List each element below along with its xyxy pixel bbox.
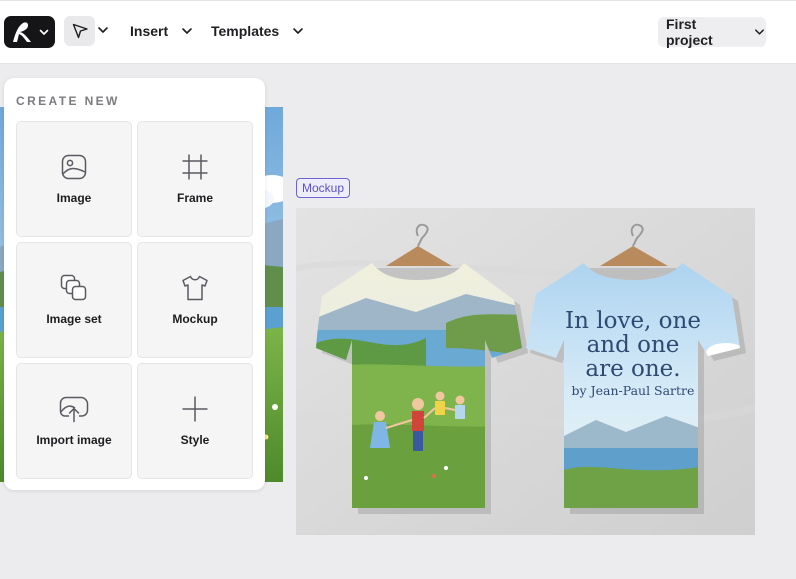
mockup-image[interactable]: In love, one and one are one. by Jean-Pa… xyxy=(296,208,755,535)
tile-label: Import image xyxy=(36,433,112,447)
insert-label: Insert xyxy=(130,23,169,39)
tile-label: Style xyxy=(180,433,210,447)
image-set-icon xyxy=(60,274,87,301)
create-new-panel: CREATE NEW Image Frame Image set Mockup xyxy=(4,78,265,490)
chevron-down-icon xyxy=(39,29,49,35)
tile-label: Frame xyxy=(176,191,214,205)
top-toolbar: Insert Templates First project xyxy=(0,0,796,64)
import-image-tile[interactable]: Import image xyxy=(16,363,132,479)
shirt-quote-line3: are one. xyxy=(585,356,680,382)
shirt-quote-line2: and one xyxy=(587,332,680,358)
image-icon xyxy=(61,154,87,180)
create-image-set-tile[interactable]: Image set xyxy=(16,242,132,358)
chevron-down-icon xyxy=(293,28,304,34)
tile-label: Image xyxy=(56,191,92,205)
logo-icon xyxy=(13,22,31,42)
tshirt-icon xyxy=(182,275,208,301)
frame-icon xyxy=(182,154,208,180)
create-image-tile[interactable]: Image xyxy=(16,121,132,237)
create-style-tile[interactable]: Style xyxy=(137,363,253,479)
chevron-down-icon xyxy=(182,28,192,34)
tile-label: Mockup xyxy=(172,312,218,326)
templates-label: Templates xyxy=(211,23,280,39)
insert-menu[interactable]: Insert xyxy=(130,23,194,39)
create-frame-tile[interactable]: Frame xyxy=(137,121,253,237)
shirt-quote-author: by Jean-Paul Sartre xyxy=(572,383,695,398)
tool-dropdown-button[interactable] xyxy=(96,23,110,42)
cloud-upload-icon xyxy=(59,396,89,423)
logo-menu-button[interactable] xyxy=(4,16,55,48)
project-selector[interactable]: First project xyxy=(658,16,766,48)
templates-menu[interactable]: Templates xyxy=(211,23,305,39)
pointer-icon xyxy=(72,23,88,39)
create-mockup-tile[interactable]: Mockup xyxy=(137,242,253,358)
plus-icon xyxy=(182,396,208,422)
select-tool-button[interactable] xyxy=(64,16,95,46)
mockup-badge[interactable]: Mockup xyxy=(296,178,351,198)
chevron-down-icon xyxy=(755,29,764,35)
project-name: First project xyxy=(666,16,713,48)
tile-label: Image set xyxy=(46,312,102,326)
shirt-quote-line1: In love, one xyxy=(565,308,701,334)
chevron-down-icon xyxy=(98,27,108,33)
panel-title: CREATE NEW xyxy=(16,94,120,108)
